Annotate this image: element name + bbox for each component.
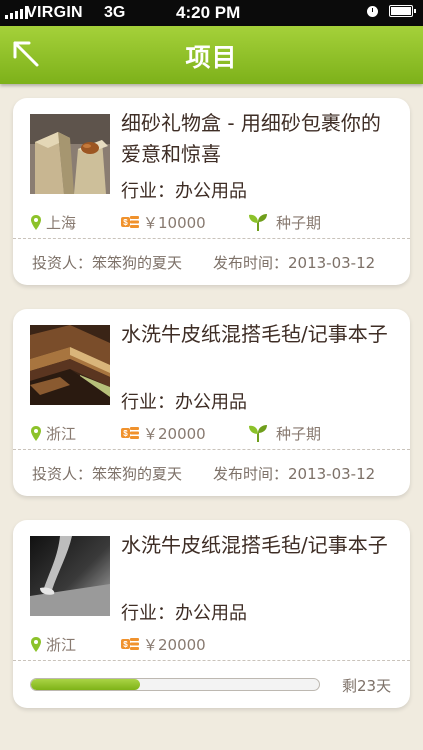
project-card[interactable]: 水洗牛皮纸混搭毛毡/记事本子 行业：办公用品 浙江 $ ￥20000 种子期 投… [13, 309, 410, 496]
publish-time-label: 发布时间：2013-03-12 [213, 465, 376, 483]
coins-icon: $ [121, 638, 139, 650]
project-industry: 行业：办公用品 [121, 181, 247, 202]
project-amount: $ ￥20000 [121, 634, 206, 654]
coins-icon: $ [121, 427, 139, 439]
svg-text:$: $ [123, 640, 128, 649]
card-divider [13, 449, 410, 450]
svg-text:$: $ [123, 429, 128, 438]
stage-label: 种子期 [276, 213, 322, 232]
project-thumbnail [30, 325, 110, 405]
project-amount: $ ￥20000 [121, 423, 206, 443]
coins-icon: $ [121, 216, 139, 228]
navigation-bar: 项目 [0, 26, 423, 84]
sprout-icon [249, 214, 267, 231]
project-location: 浙江 [30, 634, 76, 654]
project-stage: 种子期 [248, 423, 321, 443]
funding-progress-fill [31, 679, 141, 690]
project-location: 浙江 [30, 423, 76, 443]
network-type-label: 3G [104, 4, 126, 21]
status-bar: VIRGIN 3G 4:20 PM [0, 0, 423, 26]
location-pin-icon [31, 214, 41, 230]
location-pin-icon [31, 425, 41, 441]
project-industry: 行业：办公用品 [121, 603, 247, 624]
carrier-label: VIRGIN [26, 4, 83, 21]
project-card[interactable]: 细砂礼物盒 - 用细砂包裹你的爱意和惊喜 行业：办公用品 上海 $ ￥10000… [13, 98, 410, 285]
sprout-icon [249, 425, 267, 442]
project-location: 上海 [30, 212, 76, 232]
page-title: 项目 [185, 43, 238, 72]
status-time: 4:20 PM [176, 3, 241, 22]
battery-icon [389, 5, 416, 17]
location-label: 浙江 [46, 635, 77, 654]
svg-text:$: $ [123, 218, 128, 227]
alarm-clock-icon [367, 6, 378, 17]
location-label: 浙江 [46, 424, 77, 443]
card-divider [13, 660, 410, 661]
card-divider [13, 238, 410, 239]
stage-label: 种子期 [276, 424, 322, 443]
signal-strength-icon [5, 6, 28, 19]
investor-label: 投资人：笨笨狗的夏天 [32, 465, 183, 483]
project-amount: $ ￥10000 [121, 212, 206, 232]
project-thumbnail [30, 114, 110, 194]
project-industry: 行业：办公用品 [121, 392, 247, 413]
project-title[interactable]: 水洗牛皮纸混搭毛毡/记事本子 [121, 319, 393, 350]
project-card[interactable]: 水洗牛皮纸混搭毛毡/记事本子 行业：办公用品 浙江 $ ￥20000 剩23天 [13, 520, 410, 708]
remaining-days-label: 剩23天 [342, 677, 392, 695]
investor-label: 投资人：笨笨狗的夏天 [32, 254, 183, 272]
project-title[interactable]: 水洗牛皮纸混搭毛毡/记事本子 [121, 530, 393, 561]
project-thumbnail [30, 536, 110, 616]
amount-label: ￥10000 [143, 213, 206, 232]
project-stage: 种子期 [248, 212, 321, 232]
funding-progress-bar [30, 678, 320, 691]
location-label: 上海 [46, 213, 77, 232]
project-title[interactable]: 细砂礼物盒 - 用细砂包裹你的爱意和惊喜 [121, 108, 393, 170]
amount-label: ￥20000 [143, 424, 206, 443]
publish-time-label: 发布时间：2013-03-12 [213, 254, 376, 272]
location-pin-icon [31, 636, 41, 652]
amount-label: ￥20000 [143, 635, 206, 654]
